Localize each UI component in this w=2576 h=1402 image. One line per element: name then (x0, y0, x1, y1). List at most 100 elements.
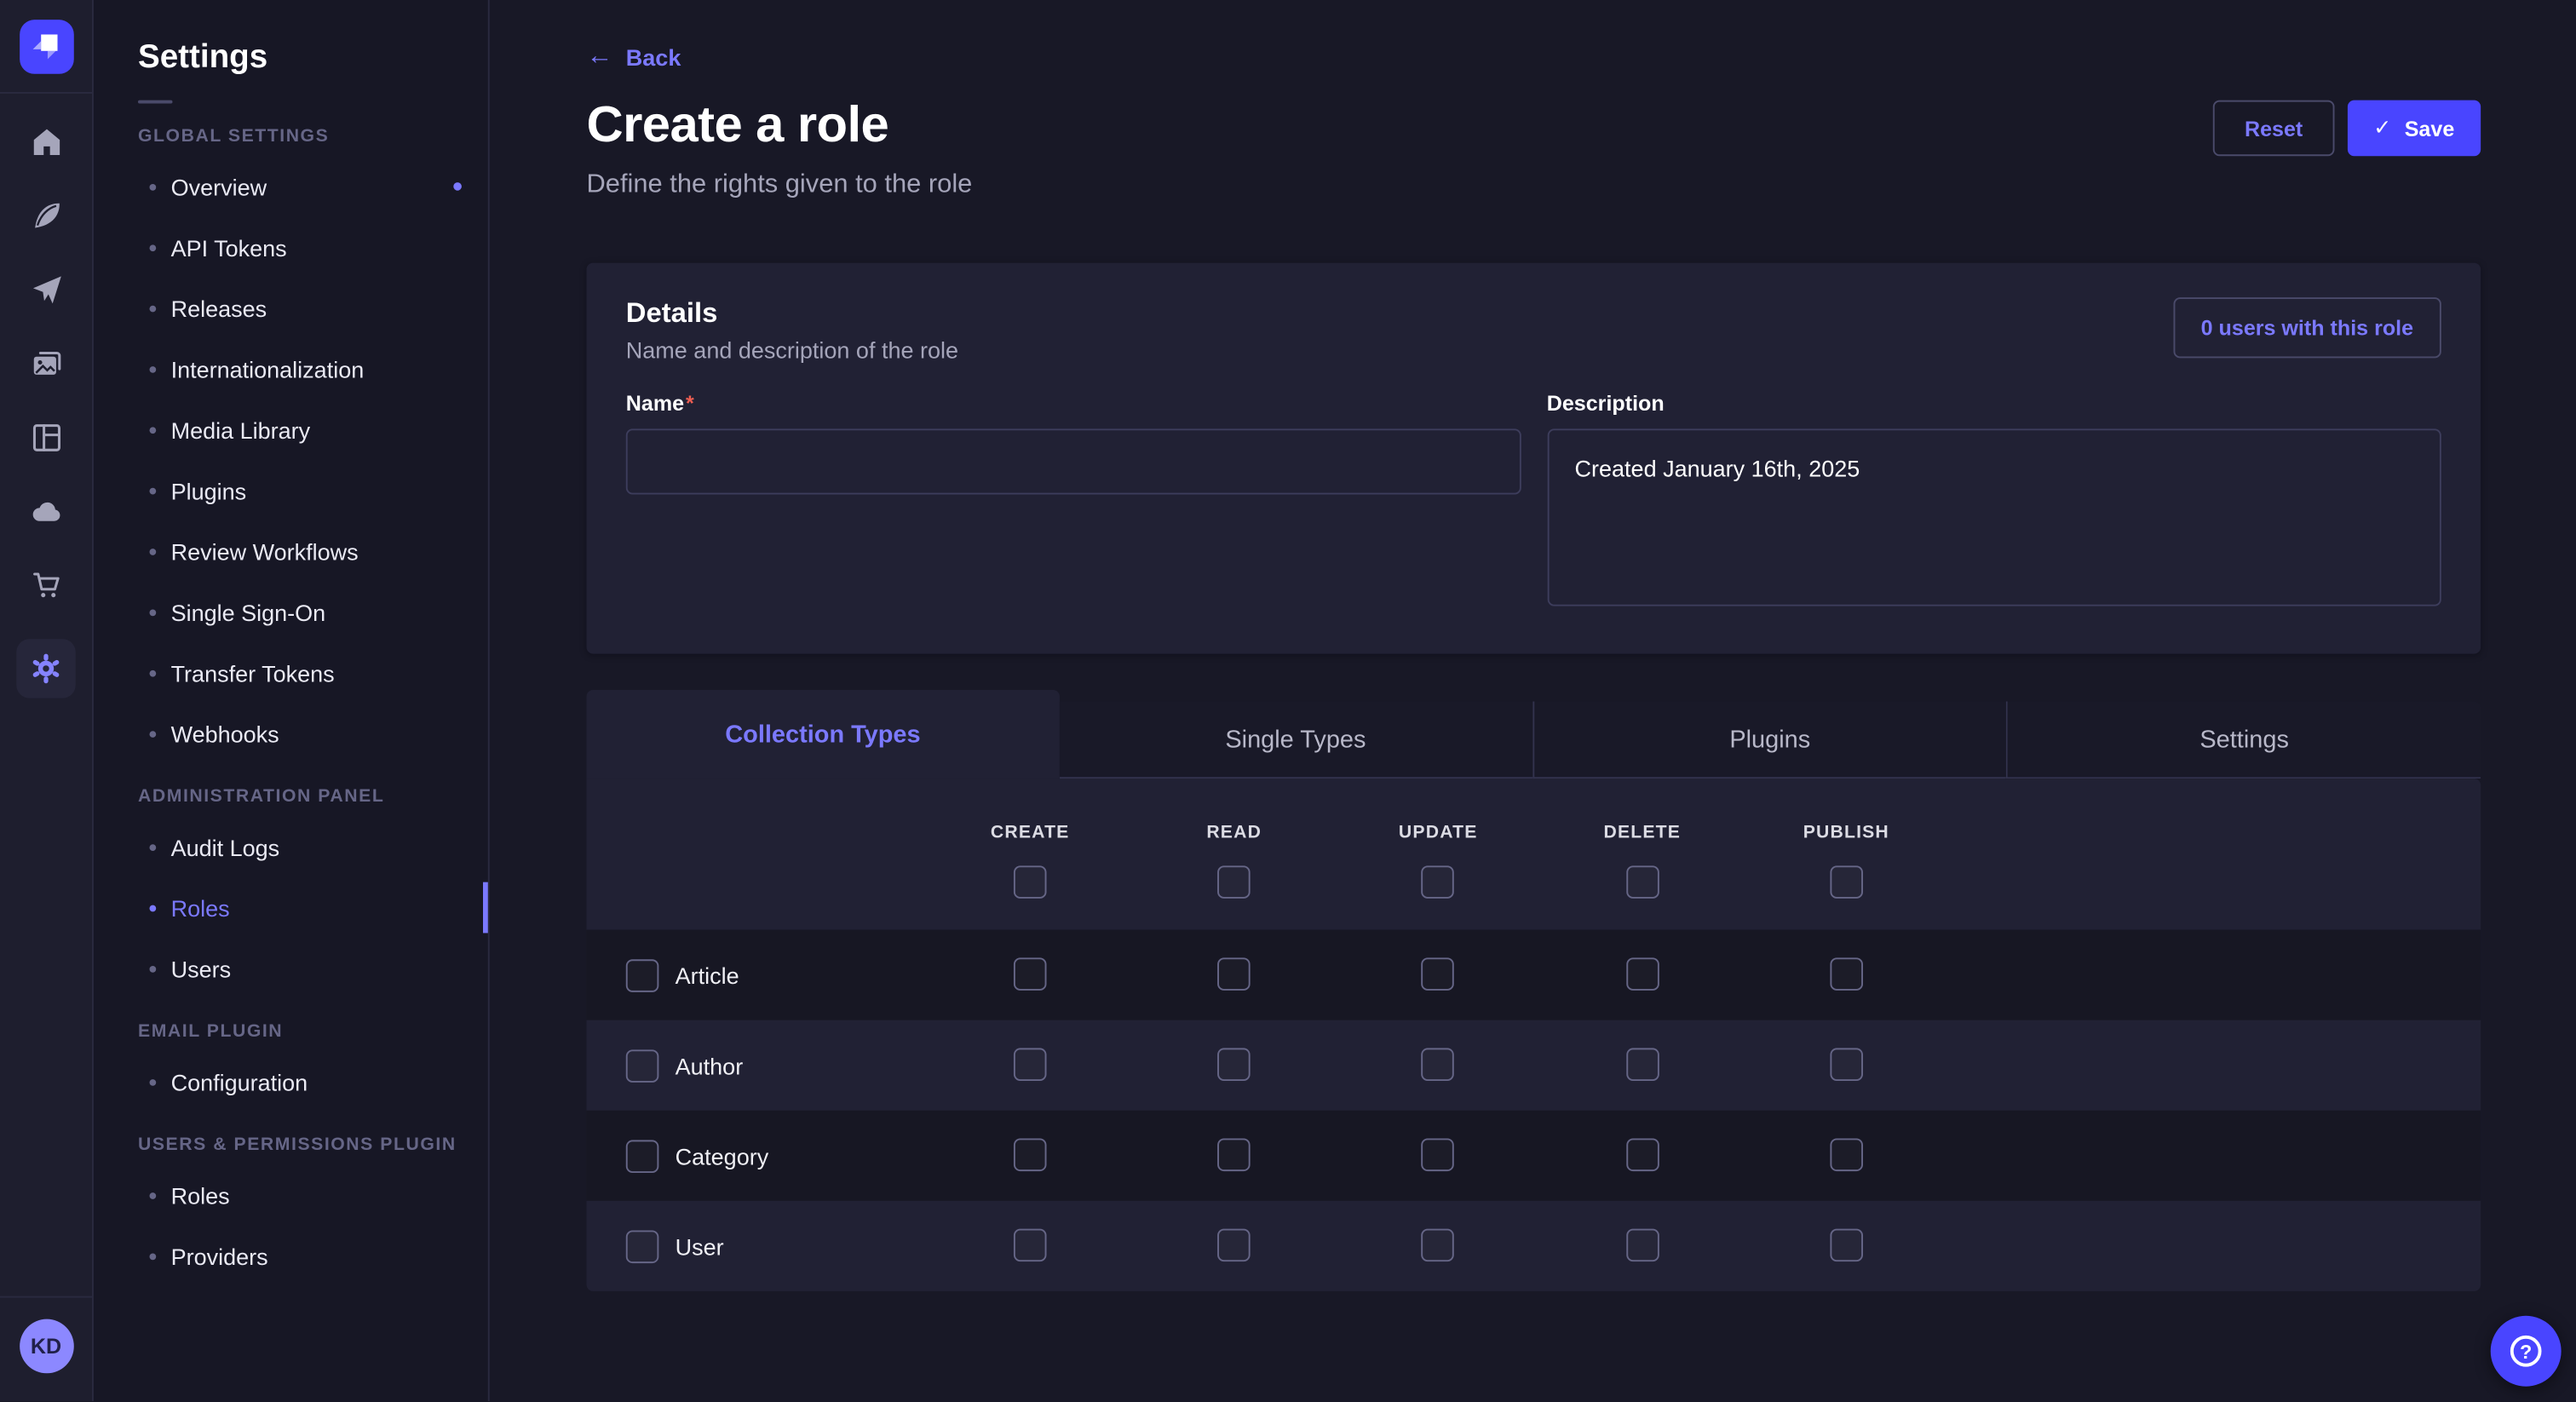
bullet-icon (149, 183, 156, 190)
back-link[interactable]: ← Back (587, 44, 681, 71)
author-update-checkbox[interactable] (1422, 1048, 1455, 1081)
sidebar-item-label: Users (171, 955, 232, 981)
column-header-create: CREATE (929, 823, 1132, 842)
article-publish-checkbox[interactable] (1830, 957, 1863, 991)
page-title: Create a role (587, 95, 889, 154)
description-textarea[interactable]: Created January 16th, 2025 (1547, 428, 2441, 606)
user-read-checkbox[interactable] (1217, 1229, 1251, 1262)
sidebar-item-transfer-tokens[interactable]: Transfer Tokens (94, 642, 488, 703)
permission-row-user: User (587, 1201, 2481, 1291)
reset-button[interactable]: Reset (2213, 101, 2334, 157)
user-update-checkbox[interactable] (1422, 1229, 1455, 1262)
column-header-publish: PUBLISH (1745, 823, 1948, 842)
user-publish-checkbox[interactable] (1830, 1229, 1863, 1262)
permissions-header: CREATEREADUPDATEDELETEPUBLISH (587, 779, 2481, 929)
save-button[interactable]: ✓ Save (2347, 101, 2481, 157)
bullet-icon (149, 1192, 156, 1198)
sidebar-item-webhooks[interactable]: Webhooks (94, 703, 488, 763)
article-select-checkbox[interactable] (626, 958, 659, 991)
bullet-icon (149, 548, 156, 554)
details-title: Details (626, 297, 958, 330)
article-delete-checkbox[interactable] (1626, 957, 1659, 991)
description-label: Description (1547, 391, 2441, 416)
cloud-icon[interactable] (26, 491, 66, 531)
sidebar-item-roles[interactable]: Roles (94, 1164, 488, 1225)
media-images-icon[interactable] (26, 343, 66, 382)
sidebar-item-roles[interactable]: Roles (94, 877, 488, 938)
select-all-create-checkbox[interactable] (1014, 865, 1047, 899)
help-button[interactable]: ? (2491, 1316, 2562, 1387)
author-select-checkbox[interactable] (626, 1049, 659, 1082)
tab-plugins[interactable]: Plugins (1532, 701, 2006, 779)
sidebar-item-users[interactable]: Users (94, 938, 488, 998)
required-asterisk: * (686, 391, 694, 416)
author-publish-checkbox[interactable] (1830, 1048, 1863, 1081)
tab-settings[interactable]: Settings (2006, 701, 2481, 779)
sidebar-item-single-sign-on[interactable]: Single Sign-On (94, 582, 488, 642)
permission-row-article: Article (587, 930, 2481, 1020)
name-label: Name* (626, 391, 1521, 416)
sidebar-item-releases[interactable]: Releases (94, 278, 488, 338)
author-create-checkbox[interactable] (1014, 1048, 1047, 1081)
bullet-icon (149, 1253, 156, 1260)
sidebar-item-configuration[interactable]: Configuration (94, 1051, 488, 1112)
content-feather-icon[interactable] (26, 195, 66, 234)
avatar[interactable]: KD (19, 1319, 73, 1374)
tab-collection-types[interactable]: Collection Types (587, 690, 1060, 779)
row-label: Category (676, 1142, 769, 1169)
row-label: Article (676, 962, 739, 988)
home-icon[interactable] (26, 122, 66, 161)
strapi-logo-icon[interactable] (19, 19, 73, 73)
bullet-icon (149, 609, 156, 616)
layout-icon[interactable] (26, 417, 66, 457)
question-mark-icon: ? (2510, 1336, 2542, 1367)
sidebar-item-label: Transfer Tokens (171, 659, 335, 686)
sidebar-item-plugins[interactable]: Plugins (94, 460, 488, 520)
sidebar-item-label: Audit Logs (171, 834, 280, 860)
article-create-checkbox[interactable] (1014, 957, 1047, 991)
select-all-read-checkbox[interactable] (1217, 865, 1251, 899)
user-create-checkbox[interactable] (1014, 1229, 1047, 1262)
sidebar-item-media-library[interactable]: Media Library (94, 399, 488, 460)
sidebar-item-overview[interactable]: Overview (94, 156, 488, 216)
select-all-delete-checkbox[interactable] (1626, 865, 1659, 899)
nav-section-label: EMAIL PLUGIN (138, 1022, 488, 1042)
sidebar-item-internationalization[interactable]: Internationalization (94, 338, 488, 399)
user-delete-checkbox[interactable] (1626, 1229, 1659, 1262)
bullet-icon (149, 905, 156, 911)
deploy-plane-icon[interactable] (26, 269, 66, 308)
row-label: User (676, 1232, 724, 1259)
article-read-checkbox[interactable] (1217, 957, 1251, 991)
save-label: Save (2405, 116, 2455, 141)
tab-single-types[interactable]: Single Types (1059, 701, 1532, 779)
author-read-checkbox[interactable] (1217, 1048, 1251, 1081)
sidebar-item-audit-logs[interactable]: Audit Logs (94, 816, 488, 876)
marketplace-cart-icon[interactable] (26, 565, 66, 604)
sidebar-item-providers[interactable]: Providers (94, 1226, 488, 1286)
user-select-checkbox[interactable] (626, 1230, 659, 1263)
sidebar-item-label: Plugins (171, 477, 247, 503)
author-delete-checkbox[interactable] (1626, 1048, 1659, 1081)
select-all-publish-checkbox[interactable] (1830, 865, 1863, 899)
category-delete-checkbox[interactable] (1626, 1139, 1659, 1172)
sidebar-item-review-workflows[interactable]: Review Workflows (94, 520, 488, 581)
name-input[interactable] (626, 428, 1521, 494)
bullet-icon (149, 365, 156, 372)
sidebar-item-label: Single Sign-On (171, 599, 326, 625)
select-all-update-checkbox[interactable] (1422, 865, 1455, 899)
column-header-update: UPDATE (1337, 823, 1540, 842)
users-with-role-button[interactable]: 0 users with this role (2173, 297, 2441, 358)
settings-gear-icon[interactable] (16, 639, 75, 698)
category-publish-checkbox[interactable] (1830, 1139, 1863, 1172)
subnav-title: Settings (138, 39, 488, 77)
sidebar-item-label: Roles (171, 894, 230, 921)
sidebar-item-label: API Tokens (171, 234, 287, 261)
category-read-checkbox[interactable] (1217, 1139, 1251, 1172)
sidebar-item-api-tokens[interactable]: API Tokens (94, 217, 488, 278)
category-create-checkbox[interactable] (1014, 1139, 1047, 1172)
category-select-checkbox[interactable] (626, 1139, 659, 1172)
category-update-checkbox[interactable] (1422, 1139, 1455, 1172)
bullet-icon (149, 244, 156, 250)
article-update-checkbox[interactable] (1422, 957, 1455, 991)
rail-bottom: KD (0, 1296, 92, 1401)
